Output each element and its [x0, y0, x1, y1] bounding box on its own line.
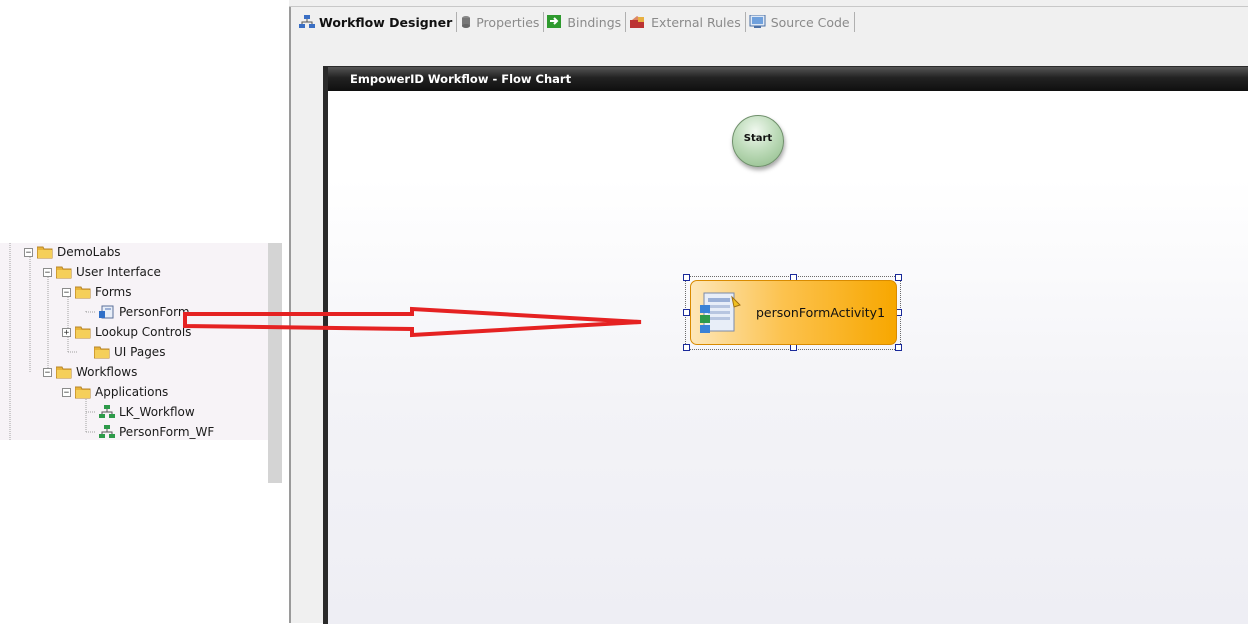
form-icon: [99, 305, 114, 319]
tab-bindings[interactable]: Bindings: [544, 12, 627, 32]
designer-tabbar: Workflow Designer Properties Bindings Ex…: [296, 10, 855, 34]
tree-item[interactable]: − User Interface: [43, 262, 161, 282]
resize-handle[interactable]: [683, 309, 690, 316]
tree-item-label: Forms: [95, 285, 132, 299]
person-form-activity[interactable]: personFormActivity1: [690, 280, 897, 345]
collapse-icon[interactable]: −: [62, 387, 71, 397]
tree-item[interactable]: PersonForm_WF: [99, 422, 214, 442]
form-activity-icon: [700, 292, 741, 333]
tree-scrollbar[interactable]: [268, 243, 282, 483]
folder-icon: [94, 346, 110, 359]
collapse-icon: [81, 348, 90, 357]
tree-item-label: PersonForm_WF: [119, 425, 215, 439]
tab-label: External Rules: [651, 14, 741, 30]
workflow-icon: [99, 405, 115, 418]
tab-label: Properties: [476, 14, 540, 30]
bindings-icon: [547, 15, 562, 28]
tree-item-label: PersonForm: [119, 305, 190, 319]
tab-properties[interactable]: Properties: [457, 12, 545, 32]
collapse-icon[interactable]: −: [43, 367, 52, 377]
resize-handle[interactable]: [683, 344, 690, 351]
tab-source-code[interactable]: Source Code: [746, 12, 855, 32]
folder-icon: [75, 326, 91, 339]
tree-item[interactable]: − DemoLabs: [24, 242, 121, 262]
tab-label: Workflow Designer: [319, 14, 453, 30]
collapse-icon[interactable]: −: [43, 267, 52, 277]
tree-item[interactable]: LK_Workflow: [99, 402, 195, 422]
tab-label: Bindings: [567, 14, 622, 30]
collapse-icon[interactable]: −: [62, 287, 71, 297]
tree-item[interactable]: + Lookup Controls: [62, 322, 191, 342]
workflow-icon: [99, 425, 115, 438]
tree-item-label: Lookup Controls: [95, 325, 192, 339]
tree-item-label: DemoLabs: [57, 245, 121, 259]
tab-external-rules[interactable]: External Rules: [626, 12, 746, 32]
properties-icon: [462, 16, 471, 28]
tree-item[interactable]: − Applications: [62, 382, 168, 402]
external-rules-icon: [630, 16, 645, 28]
source-code-icon: [749, 15, 766, 28]
folder-icon: [56, 266, 72, 279]
workflow-designer-icon: [299, 15, 315, 28]
tree-item[interactable]: PersonForm: [99, 302, 190, 322]
folder-icon: [37, 246, 53, 259]
tab-workflow-designer[interactable]: Workflow Designer: [296, 12, 458, 32]
tree-item-label: LK_Workflow: [119, 405, 195, 419]
resize-handle[interactable]: [790, 344, 797, 351]
resize-handle[interactable]: [895, 274, 902, 281]
tree-item[interactable]: − Workflows: [43, 362, 137, 382]
collapse-icon[interactable]: −: [24, 247, 33, 257]
start-node[interactable]: Start: [732, 115, 784, 167]
resize-handle[interactable]: [895, 344, 902, 351]
folder-icon: [75, 386, 91, 399]
folder-icon: [56, 366, 72, 379]
top-toolbar-strip: [289, 0, 1248, 7]
resize-handle[interactable]: [683, 274, 690, 281]
folder-icon: [75, 286, 91, 299]
tree-item-label: Applications: [95, 385, 169, 399]
tree-item[interactable]: − Forms: [62, 282, 131, 302]
expand-icon[interactable]: +: [62, 327, 71, 337]
tree-item[interactable]: UI Pages: [81, 342, 165, 362]
tree-item-label: UI Pages: [114, 345, 166, 359]
activity-label: personFormActivity1: [756, 305, 886, 320]
tab-label: Source Code: [770, 14, 850, 30]
tree-item-label: User Interface: [76, 265, 161, 279]
tree-item-label: Workflows: [76, 365, 138, 379]
flowchart-canvas[interactable]: EmpowerID Workflow - Flow Chart Start pe…: [323, 66, 1248, 624]
canvas-title: EmpowerID Workflow - Flow Chart: [328, 67, 1248, 91]
